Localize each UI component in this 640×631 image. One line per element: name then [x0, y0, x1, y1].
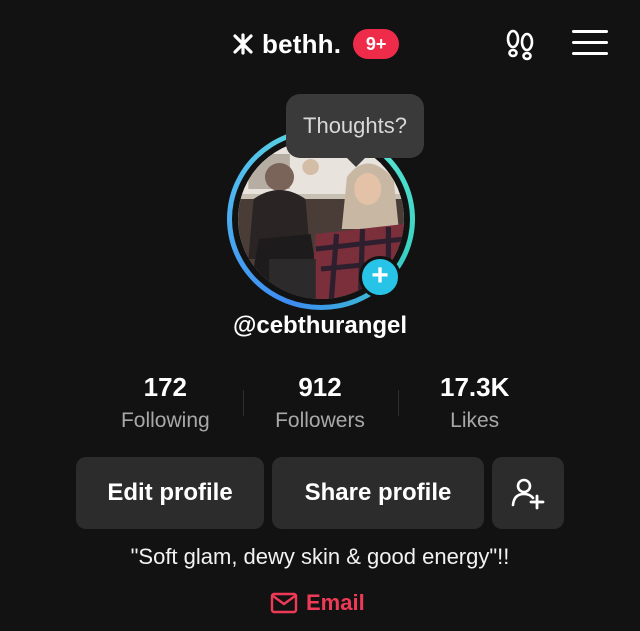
stat-value: 17.3K — [439, 372, 510, 402]
account-username: bethh. — [262, 28, 342, 59]
plus-icon: + — [371, 259, 389, 292]
stat-followers[interactable]: 912 Followers — [243, 370, 398, 433]
stat-divider — [243, 390, 244, 416]
thoughts-bubble[interactable]: Thoughts? — [286, 94, 424, 167]
brand-icon — [233, 33, 253, 55]
stat-value: 912 — [298, 372, 342, 402]
stat-following[interactable]: 172 Following — [88, 370, 243, 433]
stat-divider — [398, 390, 399, 416]
footprints-icon[interactable] — [502, 26, 538, 62]
profile-bio: "Soft glam, dewy skin & good energy"!! — [130, 544, 510, 569]
stat-label: Likes — [450, 409, 500, 432]
stat-label: Following — [120, 409, 210, 432]
profile-stats: 172 Following 912 Followers 17.3K Likes — [88, 370, 552, 433]
notification-badge: 9+ — [353, 29, 400, 59]
hamburger-menu-icon[interactable] — [572, 30, 608, 58]
profile-handle: @cebthurangel — [232, 312, 408, 339]
email-link[interactable]: Email — [270, 587, 365, 619]
stat-value: 172 — [143, 372, 188, 402]
mail-icon — [270, 592, 298, 614]
add-story-button[interactable]: + — [359, 256, 401, 298]
share-profile-button[interactable]: Share profile — [272, 457, 484, 529]
stat-label: Followers — [275, 409, 365, 432]
edit-profile-button[interactable]: Edit profile — [76, 457, 264, 529]
stat-likes[interactable]: 17.3K Likes — [397, 370, 552, 433]
add-user-icon — [511, 478, 545, 510]
profile-page: bethh. 9+ Thoughts? + @cebthurangel 172 … — [0, 0, 640, 631]
account-switcher[interactable]: bethh. 9+ — [232, 28, 400, 60]
email-label: Email — [306, 590, 365, 615]
add-friends-button[interactable] — [492, 457, 564, 529]
